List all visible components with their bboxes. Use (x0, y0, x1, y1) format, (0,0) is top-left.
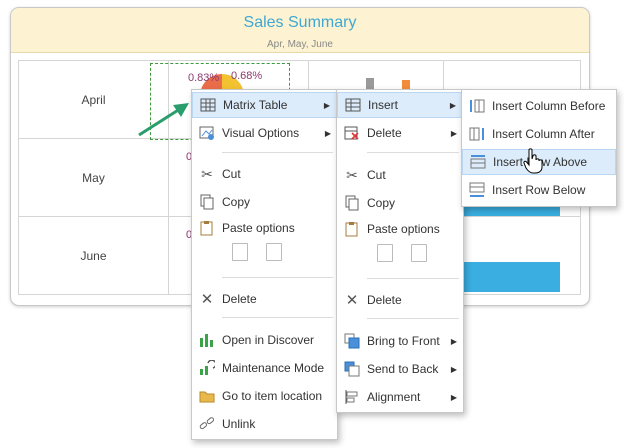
bring-front-icon (343, 332, 361, 350)
menu-item-label: Delete (367, 293, 402, 307)
menu-item-label: Insert Column Before (492, 99, 606, 113)
menu-item-delete[interactable]: ✕ Delete (192, 286, 337, 312)
menu-item-label: Paste options (222, 221, 295, 235)
menu-item-label: Paste options (367, 222, 440, 236)
menu-item-label: Cut (367, 168, 386, 182)
menu-item-label: Delete (222, 292, 257, 306)
menu-item-label: Insert (368, 98, 399, 112)
paste-keep-format-icon[interactable] (232, 243, 248, 261)
menu-item-paste-options: Paste options (337, 216, 463, 242)
maintenance-icon (198, 359, 216, 377)
menu-item-label: Copy (367, 196, 396, 210)
paste-icon (198, 219, 216, 237)
matrix-table-submenu: Insert ▶ Delete ▶ ✂ Cut Copy Paste optio… (336, 89, 464, 413)
submenu-arrow-icon: ▶ (323, 100, 330, 110)
menu-item-label: Go to item location (222, 389, 323, 403)
discover-icon (198, 331, 216, 349)
unlink-icon (198, 415, 216, 433)
menu-item-label: Copy (222, 195, 251, 209)
submenu-arrow-icon: ▶ (450, 364, 457, 374)
menu-separator (222, 152, 333, 153)
menu-item-visual-options[interactable]: Visual Options ▶ (192, 120, 337, 146)
paste-text-only-icon[interactable] (411, 244, 427, 262)
delete-table-icon (343, 124, 361, 142)
menu-item-copy[interactable]: Copy (337, 190, 463, 216)
menu-separator (367, 278, 459, 279)
copy-icon (343, 194, 361, 212)
menu-item-matrix-table[interactable]: Matrix Table ▶ (192, 92, 337, 118)
menu-item-delete-table[interactable]: Delete ▶ (337, 120, 463, 146)
menu-item-open-in-discover[interactable]: Open in Discover (192, 327, 337, 353)
pointer-arrow-icon (138, 103, 189, 137)
submenu-arrow-icon: ▶ (449, 100, 456, 110)
scissors-icon: ✂ (346, 166, 358, 183)
menu-item-unlink[interactable]: Unlink (192, 411, 337, 437)
menu-item-label: Insert Row Below (492, 183, 586, 197)
paste-icon (343, 220, 361, 238)
alignment-icon (343, 388, 361, 406)
menu-item-label: Visual Options (222, 126, 300, 140)
menu-item-bring-to-front[interactable]: Bring to Front ▶ (337, 328, 463, 354)
insert-row-above-icon (469, 153, 487, 171)
send-back-icon (343, 360, 361, 378)
menu-item-label: Send to Back (367, 362, 439, 376)
visual-options-icon (198, 124, 216, 142)
delete-icon: ✕ (200, 291, 214, 308)
copy-icon (198, 193, 216, 211)
menu-item-copy[interactable]: Copy (192, 189, 337, 215)
menu-item-paste-options: Paste options (192, 215, 337, 241)
menu-item-label: Delete (367, 126, 402, 140)
menu-item-label: Matrix Table (223, 98, 288, 112)
menu-item-alignment[interactable]: Alignment ▶ (337, 384, 463, 410)
menu-item-cut[interactable]: ✂ Cut (337, 162, 463, 188)
card-subtitle: Apr, May, June (267, 39, 333, 50)
menu-item-insert-column-before[interactable]: Insert Column Before (462, 93, 616, 119)
menu-item-label: Alignment (367, 390, 421, 404)
insert-row-below-icon (468, 181, 486, 199)
menu-item-insert-column-after[interactable]: Insert Column After (462, 121, 616, 147)
context-menu: Matrix Table ▶ Visual Options ▶ ✂ Cut Co… (191, 89, 338, 440)
submenu-arrow-icon: ▶ (450, 336, 457, 346)
paste-keep-format-icon[interactable] (377, 244, 393, 262)
hand-cursor-icon (523, 148, 543, 174)
menu-item-go-to-location[interactable]: Go to item location (192, 383, 337, 409)
matrix-table-icon (199, 96, 217, 114)
bar-mark (462, 262, 560, 292)
menu-item-label: Cut (222, 167, 241, 181)
insert-column-after-icon (468, 125, 486, 143)
menu-item-label: Open in Discover (222, 333, 315, 347)
submenu-arrow-icon: ▶ (450, 392, 457, 402)
row-label-may[interactable]: May (18, 138, 169, 217)
menu-separator (222, 317, 333, 318)
menu-item-send-to-back[interactable]: Send to Back ▶ (337, 356, 463, 382)
paste-text-only-icon[interactable] (266, 243, 282, 261)
delete-icon: ✕ (345, 292, 359, 309)
submenu-arrow-icon: ▶ (324, 128, 331, 138)
card-header: Sales Summary Apr, May, June (11, 8, 589, 53)
folder-icon (198, 387, 216, 405)
menu-separator (367, 318, 459, 319)
menu-item-label: Unlink (222, 417, 256, 431)
menu-item-label: Maintenance Mode (222, 361, 325, 375)
menu-item-delete[interactable]: ✕ Delete (337, 287, 463, 313)
menu-separator (367, 152, 459, 153)
menu-item-insert[interactable]: Insert ▶ (337, 92, 463, 118)
menu-item-cut[interactable]: ✂ Cut (192, 161, 337, 187)
row-label-june[interactable]: June (18, 216, 169, 295)
menu-item-maintenance-mode[interactable]: Maintenance Mode (192, 355, 337, 381)
menu-item-label: Insert Column After (492, 127, 595, 141)
scissors-icon: ✂ (201, 165, 213, 182)
submenu-arrow-icon: ▶ (450, 128, 457, 138)
insert-icon (344, 96, 362, 114)
menu-item-insert-row-below[interactable]: Insert Row Below (462, 177, 616, 203)
insert-column-before-icon (468, 97, 486, 115)
card-title: Sales Summary (243, 14, 357, 31)
menu-separator (222, 277, 333, 278)
menu-item-label: Bring to Front (367, 334, 440, 348)
